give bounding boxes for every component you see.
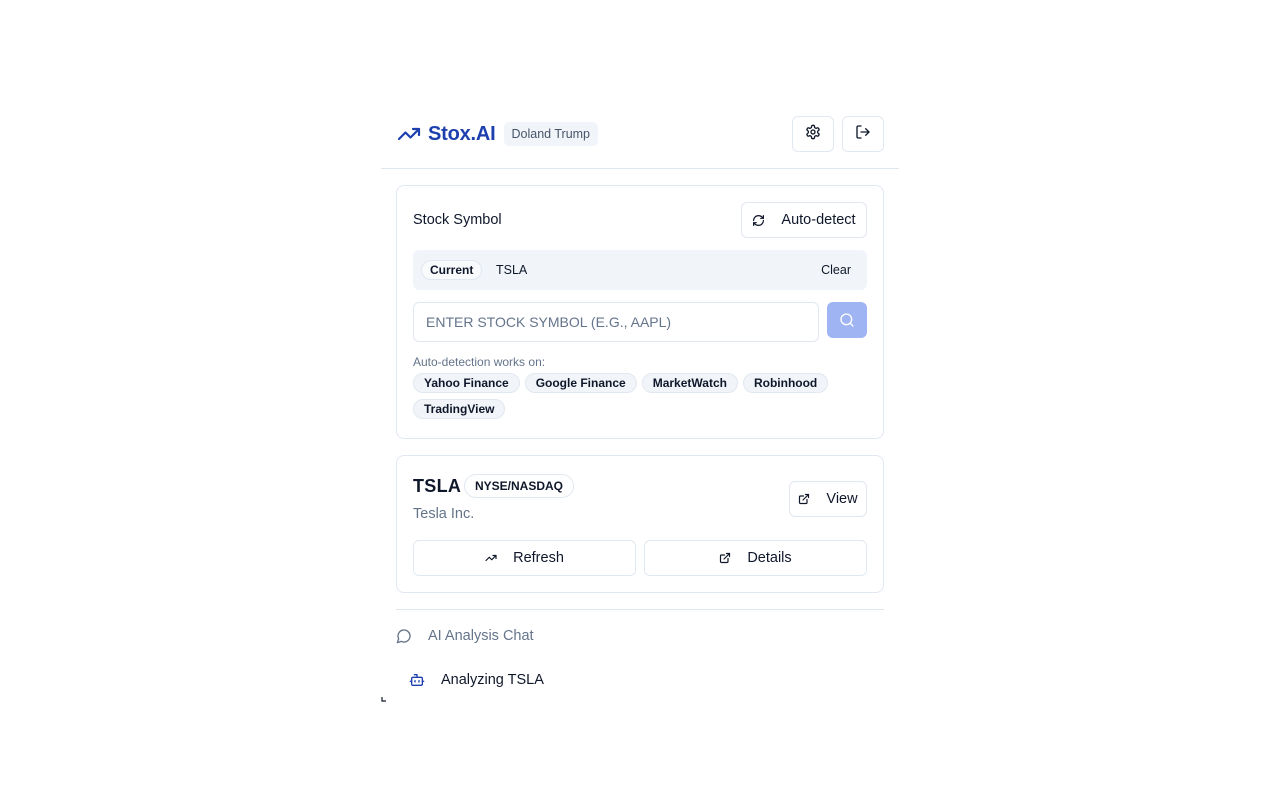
- stock-info-card: TSLA NYSE/NASDAQ Tesla Inc. View Refresh: [396, 455, 884, 593]
- stock-ticker: TSLA: [413, 476, 462, 496]
- gear-icon: [805, 124, 821, 145]
- refresh-button[interactable]: Refresh: [413, 540, 636, 576]
- refresh-label: Refresh: [513, 550, 564, 566]
- view-button[interactable]: View: [789, 481, 867, 517]
- logout-button[interactable]: [842, 116, 884, 152]
- scroll-corner: [381, 690, 387, 702]
- site-chip: Yahoo Finance: [413, 373, 520, 393]
- company-name: Tesla Inc.: [413, 506, 475, 522]
- brand: Stox.AI Doland Trump: [397, 122, 599, 146]
- analyzing-text: Analyzing TSLA: [441, 672, 544, 688]
- supported-sites: Yahoo Finance Google Finance MarketWatch…: [413, 373, 853, 419]
- auto-detect-button[interactable]: Auto-detect: [741, 202, 867, 238]
- header: Stox.AI Doland Trump: [381, 112, 899, 169]
- chat-header: AI Analysis Chat: [396, 628, 534, 644]
- divider: [396, 609, 884, 610]
- user-badge: Doland Trump: [503, 122, 599, 146]
- current-badge: Current: [421, 260, 483, 280]
- site-chip: MarketWatch: [641, 373, 738, 393]
- chat-title: AI Analysis Chat: [428, 628, 534, 644]
- site-chip: TradingView: [413, 399, 506, 419]
- external-link-icon: [798, 493, 818, 505]
- sites-label: Auto-detection works on:: [413, 355, 546, 369]
- view-label: View: [826, 491, 858, 507]
- details-label: Details: [747, 550, 792, 566]
- site-chip: Google Finance: [524, 373, 637, 393]
- trending-up-icon: [485, 552, 505, 564]
- external-link-icon: [719, 552, 739, 564]
- auto-detect-label: Auto-detect: [781, 212, 856, 228]
- search-icon: [839, 312, 855, 328]
- bot-icon: [409, 672, 433, 688]
- app-container: Stox.AI Doland Trump Stock Symbol Auto-d…: [381, 112, 899, 702]
- analyzing-status: Analyzing TSLA: [409, 672, 544, 688]
- current-symbol-row: Current TSLA Clear: [413, 250, 867, 290]
- brand-name: Stox.AI: [428, 122, 496, 145]
- stock-symbol-input[interactable]: [413, 302, 819, 342]
- card-title: Stock Symbol: [413, 212, 502, 228]
- search-button[interactable]: [827, 302, 867, 338]
- stock-symbol-card: Stock Symbol Auto-detect Current TSLA Cl…: [396, 185, 884, 439]
- exchange-badge: NYSE/NASDAQ: [464, 474, 575, 498]
- settings-button[interactable]: [792, 116, 834, 152]
- clear-button[interactable]: Clear: [821, 263, 851, 277]
- message-circle-icon: [396, 628, 420, 644]
- refresh-icon: [752, 214, 773, 227]
- current-symbol-value: TSLA: [496, 263, 528, 277]
- details-button[interactable]: Details: [644, 540, 867, 576]
- trending-up-icon: [397, 122, 421, 146]
- log-out-icon: [855, 124, 871, 145]
- site-chip: Robinhood: [742, 373, 829, 393]
